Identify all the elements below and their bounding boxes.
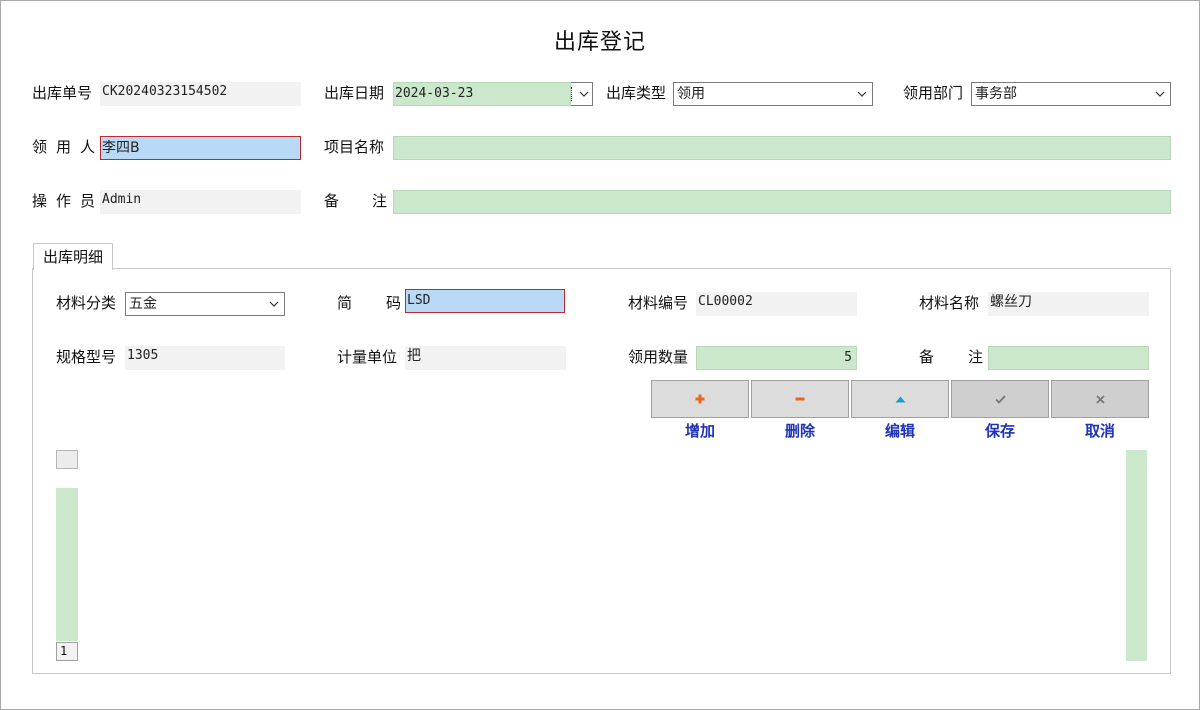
grid-corner-button[interactable] bbox=[56, 450, 78, 469]
material-name-label: 材料名称 bbox=[919, 294, 980, 312]
edit-button[interactable] bbox=[851, 380, 949, 418]
dept-select-value: 事务部 bbox=[975, 86, 1017, 102]
spec-label: 规格型号 bbox=[56, 348, 117, 366]
order-no-field: CK20240323154502 bbox=[100, 82, 301, 106]
receiver-input[interactable]: 李四B bbox=[100, 136, 301, 160]
material-code-label: 材料编号 bbox=[628, 294, 689, 312]
material-code-field: CL00002 bbox=[696, 292, 857, 316]
tab-detail[interactable]: 出库明细 bbox=[33, 243, 113, 270]
dept-label: 领用部门 bbox=[903, 84, 964, 102]
delete-button-label[interactable]: 删除 bbox=[751, 420, 849, 440]
category-label: 材料分类 bbox=[56, 294, 117, 312]
remark-input[interactable] bbox=[393, 190, 1171, 214]
date-label: 出库日期 bbox=[324, 84, 385, 102]
dept-select[interactable]: 事务部 bbox=[971, 82, 1171, 106]
date-picker-button[interactable] bbox=[571, 82, 593, 106]
triangle-up-icon bbox=[895, 396, 905, 402]
material-name-field: 螺丝刀 bbox=[988, 292, 1149, 316]
detail-panel bbox=[32, 268, 1171, 674]
cancel-button-label[interactable]: 取消 bbox=[1051, 420, 1149, 440]
chevron-down-icon bbox=[1154, 83, 1166, 105]
close-icon bbox=[1095, 394, 1105, 404]
page-title: 出库登记 bbox=[553, 30, 646, 55]
operator-field: Admin bbox=[100, 190, 301, 214]
add-button-label[interactable]: 增加 bbox=[651, 420, 749, 440]
receiver-label: 领 用 人 bbox=[32, 138, 95, 156]
plus-icon bbox=[695, 394, 705, 404]
quantity-input[interactable]: 5 bbox=[696, 346, 857, 370]
quantity-label: 领用数量 bbox=[628, 348, 689, 366]
chevron-down-icon bbox=[579, 83, 589, 105]
cancel-button[interactable] bbox=[1051, 380, 1149, 418]
grid-row-header bbox=[56, 488, 78, 641]
grid-page-indicator[interactable]: 1 bbox=[56, 642, 78, 661]
unit-label: 计量单位 bbox=[337, 348, 398, 366]
date-spin-divider bbox=[571, 87, 574, 101]
short-code-input[interactable]: LSD bbox=[405, 289, 565, 313]
save-button[interactable] bbox=[951, 380, 1049, 418]
project-label: 项目名称 bbox=[324, 138, 385, 156]
project-input[interactable] bbox=[393, 136, 1171, 160]
detail-remark-label: 备 注 bbox=[919, 348, 983, 366]
chevron-down-icon bbox=[856, 83, 868, 105]
minus-icon bbox=[795, 397, 805, 401]
chevron-down-icon bbox=[268, 293, 280, 315]
type-select-value: 领用 bbox=[677, 86, 705, 102]
short-code-label: 简 码 bbox=[337, 294, 401, 312]
add-button[interactable] bbox=[651, 380, 749, 418]
type-label: 出库类型 bbox=[606, 84, 667, 102]
save-button-label[interactable]: 保存 bbox=[951, 420, 1049, 440]
operator-label: 操 作 员 bbox=[32, 192, 95, 210]
order-no-label: 出库单号 bbox=[32, 84, 93, 102]
remark-label: 备 注 bbox=[324, 192, 387, 210]
edit-button-label[interactable]: 编辑 bbox=[851, 420, 949, 440]
category-select-value: 五金 bbox=[129, 296, 157, 312]
type-select[interactable]: 领用 bbox=[673, 82, 873, 106]
spec-field: 1305 bbox=[125, 346, 285, 370]
grid-scrollbar[interactable] bbox=[1126, 450, 1147, 661]
check-icon bbox=[994, 394, 1006, 404]
detail-remark-input[interactable] bbox=[988, 346, 1149, 370]
date-input[interactable]: 2024-03-23 bbox=[393, 82, 571, 106]
category-select[interactable]: 五金 bbox=[125, 292, 285, 316]
unit-field: 把 bbox=[405, 346, 566, 370]
delete-button[interactable] bbox=[751, 380, 849, 418]
